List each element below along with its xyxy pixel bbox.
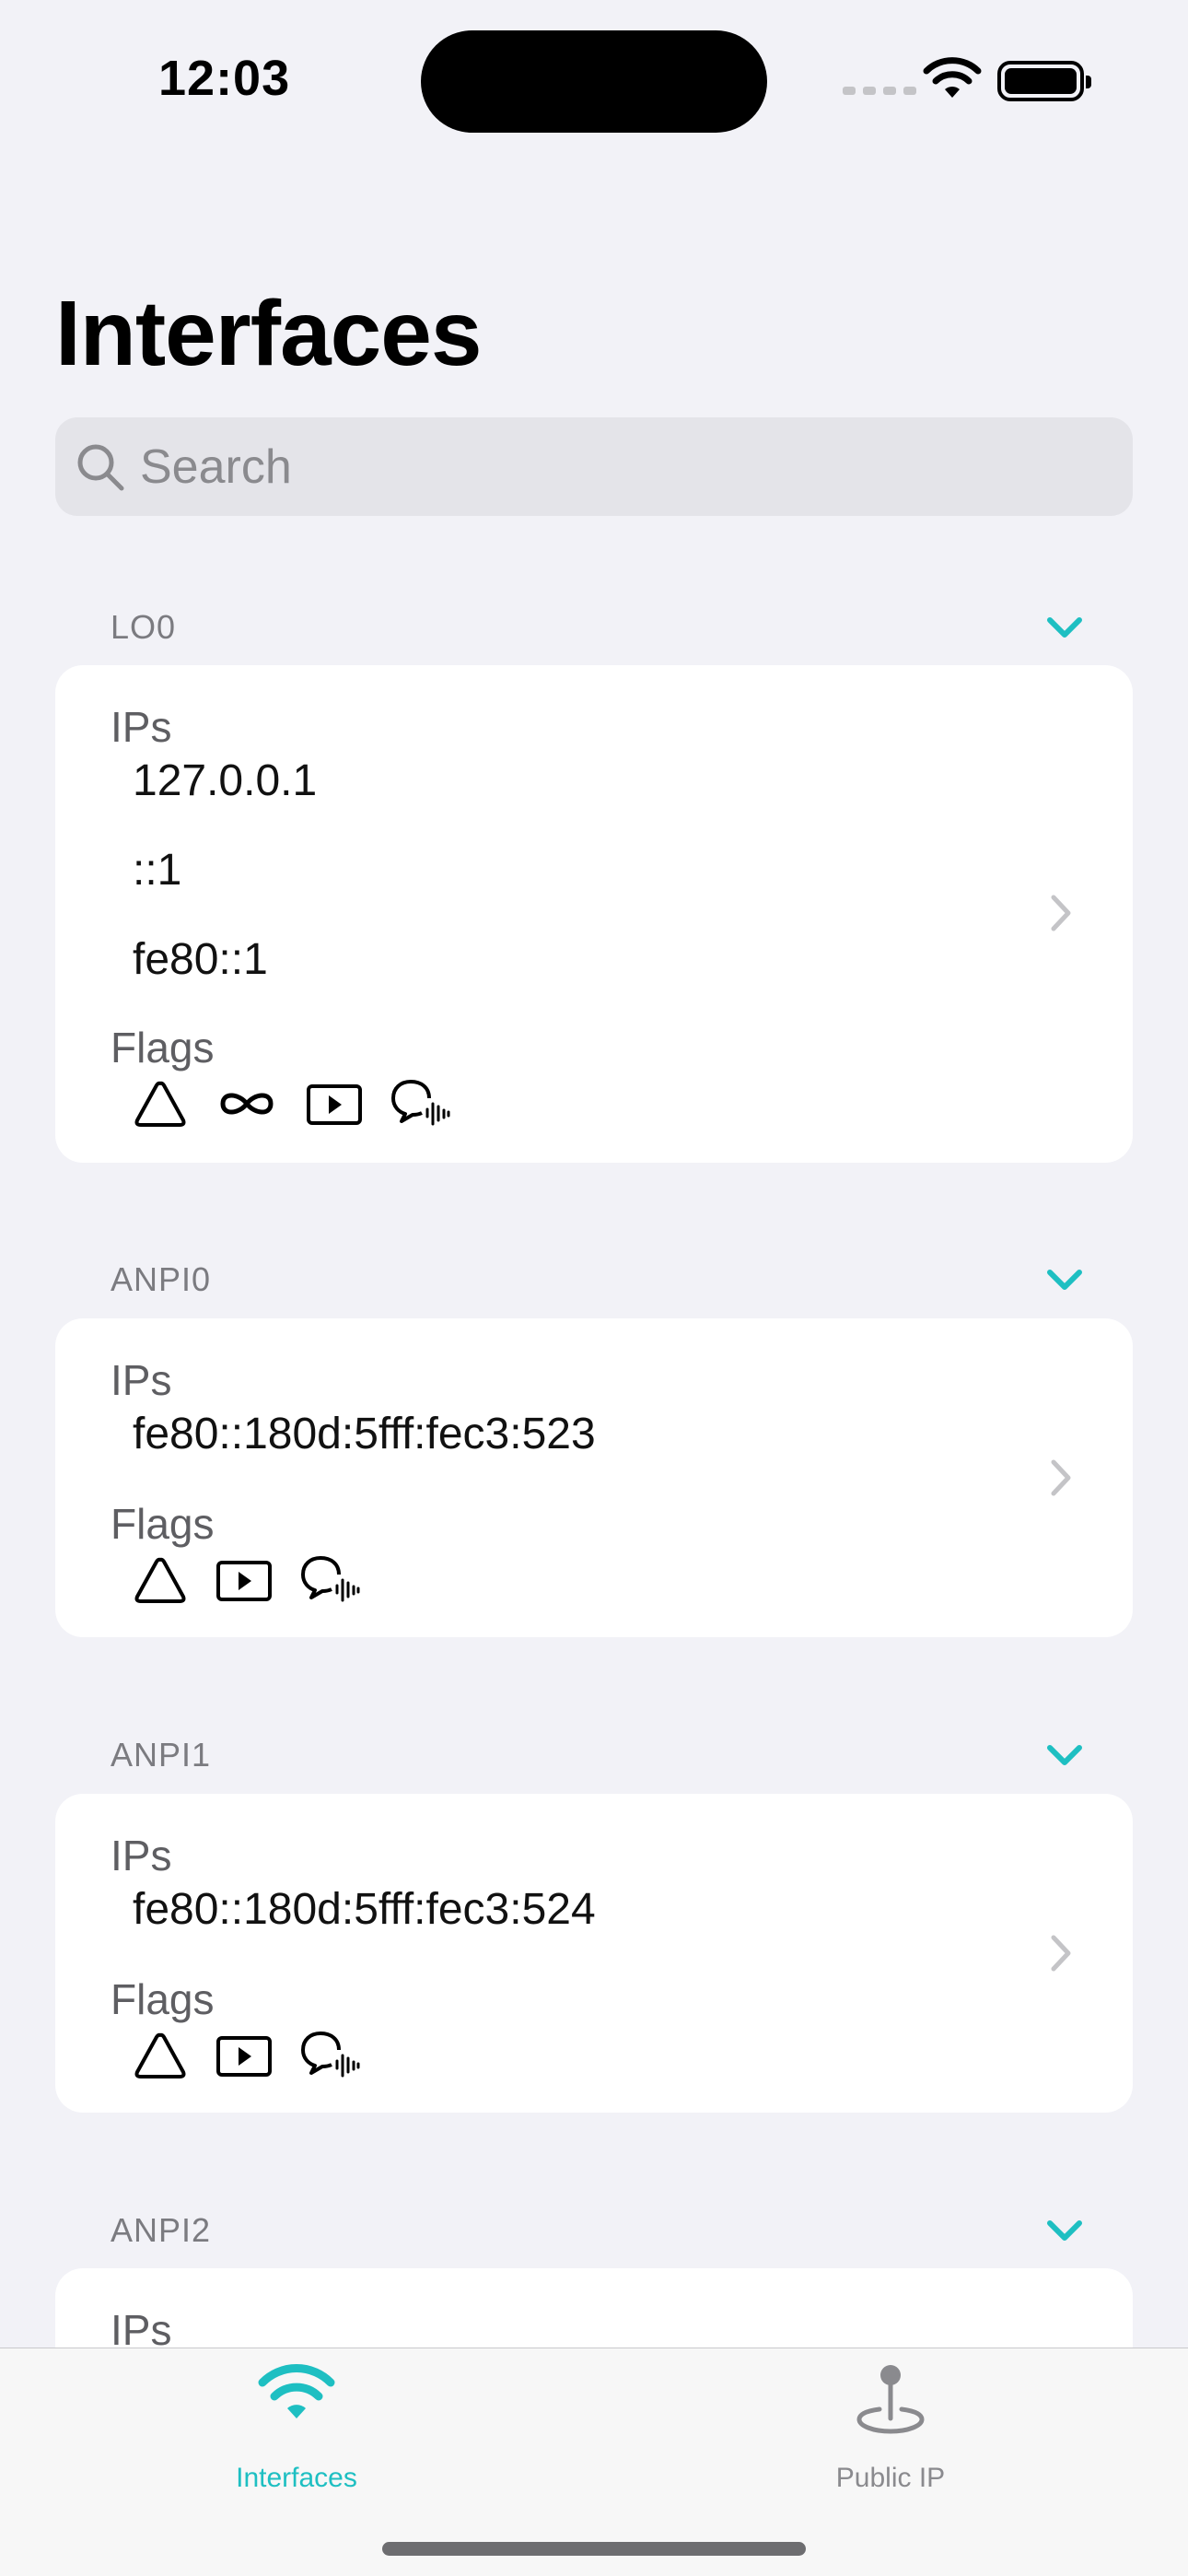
section-header-anpi2: ANPI2 xyxy=(111,2211,212,2249)
section-header-lo0: LO0 xyxy=(111,608,177,646)
tab-bar: Interfaces Public IP xyxy=(0,2348,1188,2576)
ip-address: fe80::180d:5fff:fec3:523 xyxy=(133,1410,596,1458)
section-header-anpi1: ANPI1 xyxy=(111,1736,212,1774)
play-rectangle-icon xyxy=(307,1084,362,1125)
page-title: Interfaces xyxy=(55,282,482,385)
wifi-icon xyxy=(258,2364,335,2418)
flags-label: Flags xyxy=(111,1975,215,2023)
chevron-right-icon[interactable] xyxy=(1050,894,1072,932)
map-pin-icon xyxy=(856,2365,925,2434)
play-rectangle-icon xyxy=(216,2036,272,2077)
interface-card-anpi0[interactable]: IPs fe80::180d:5fff:fec3:523 Flags xyxy=(55,1318,1133,1637)
tab-label: Public IP xyxy=(835,2463,946,2493)
flags-label: Flags xyxy=(111,1024,215,1071)
ips-label: IPs xyxy=(111,1832,172,1879)
flags-row xyxy=(133,1554,389,1606)
section-header-anpi0: ANPI0 xyxy=(111,1260,212,1298)
ip-address: fe80::180d:5fff:fec3:524 xyxy=(133,1885,596,1934)
ip-address: ::1 xyxy=(133,846,182,895)
triangle-icon xyxy=(134,1557,186,1603)
interface-card-lo0[interactable]: IPs 127.0.0.1 ::1 fe80::1 Flags xyxy=(55,665,1133,1163)
chevron-right-icon[interactable] xyxy=(1050,1458,1072,1497)
ip-address: 127.0.0.1 xyxy=(133,756,318,805)
tab-public-ip[interactable]: Public IP xyxy=(752,2348,1029,2496)
play-rectangle-icon xyxy=(216,1561,272,1601)
search-input[interactable] xyxy=(140,439,1042,495)
ips-label: IPs xyxy=(111,703,172,751)
interface-card-anpi1[interactable]: IPs fe80::180d:5fff:fec3:524 Flags xyxy=(55,1794,1133,2113)
flags-row xyxy=(133,2030,389,2081)
triangle-icon xyxy=(134,2032,186,2078)
infinity-icon xyxy=(220,1093,274,1115)
ips-label: IPs xyxy=(111,1356,172,1404)
triangle-icon xyxy=(134,1081,186,1127)
home-indicator[interactable] xyxy=(382,2542,806,2556)
collapse-chevron-icon[interactable] xyxy=(1046,1268,1083,1292)
flags-row xyxy=(133,1078,479,1130)
chevron-right-icon[interactable] xyxy=(1050,1934,1072,1973)
bubble-waveform-icon xyxy=(391,1080,450,1126)
battery-icon xyxy=(997,61,1091,101)
collapse-chevron-icon[interactable] xyxy=(1046,615,1083,639)
cellular-signal-icon xyxy=(843,87,916,95)
search-bar[interactable] xyxy=(55,417,1133,516)
tab-label: Interfaces xyxy=(236,2463,357,2493)
dynamic-island xyxy=(421,30,767,133)
flags-label: Flags xyxy=(111,1500,215,1548)
bubble-waveform-icon xyxy=(301,1556,360,1602)
collapse-chevron-icon[interactable] xyxy=(1046,2219,1083,2242)
status-bar: 12:03 xyxy=(0,0,1188,157)
status-time: 12:03 xyxy=(158,51,291,106)
bubble-waveform-icon xyxy=(301,2032,360,2078)
wifi-status-icon xyxy=(923,57,982,98)
tab-interfaces[interactable]: Interfaces xyxy=(158,2348,435,2496)
search-icon xyxy=(77,444,124,490)
collapse-chevron-icon[interactable] xyxy=(1046,1743,1083,1767)
ip-address: fe80::1 xyxy=(133,935,268,984)
